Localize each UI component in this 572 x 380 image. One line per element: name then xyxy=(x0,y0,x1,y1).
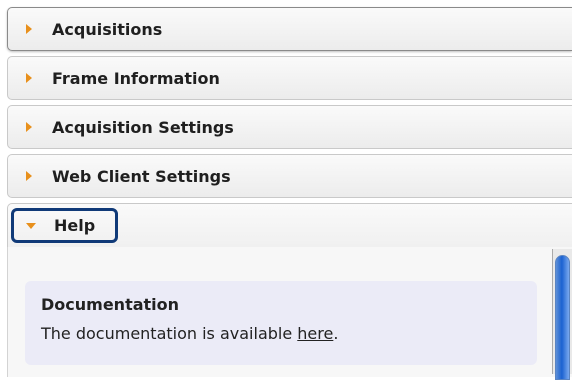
triangle-right-icon xyxy=(26,24,32,34)
help-toggle-button[interactable]: Help xyxy=(11,208,118,243)
documentation-box: Documentation The documentation is avail… xyxy=(25,281,537,365)
scrollbar-thumb[interactable] xyxy=(555,255,570,380)
triangle-right-icon xyxy=(26,171,32,181)
accordion-panel: Acquisitions Frame Information Acquisiti… xyxy=(7,7,572,377)
documentation-text-prefix: The documentation is available xyxy=(41,324,298,343)
triangle-down-icon xyxy=(26,222,36,229)
section-web-client-settings-header[interactable]: Web Client Settings xyxy=(7,154,572,198)
section-label: Web Client Settings xyxy=(52,166,231,186)
section-acquisitions-header[interactable]: Acquisitions xyxy=(7,7,572,51)
section-label: Acquisitions xyxy=(52,19,163,39)
triangle-right-icon xyxy=(26,73,32,83)
documentation-text: The documentation is available here. xyxy=(41,324,521,344)
section-frame-information-header[interactable]: Frame Information xyxy=(7,56,572,100)
section-label: Acquisition Settings xyxy=(52,117,234,137)
section-label: Frame Information xyxy=(52,68,220,88)
vertical-scrollbar[interactable] xyxy=(552,249,572,380)
section-help-header: Help xyxy=(7,203,572,247)
section-label: Help xyxy=(54,216,96,235)
help-content-panel: Documentation The documentation is avail… xyxy=(7,247,572,377)
documentation-title: Documentation xyxy=(41,295,180,314)
documentation-link[interactable]: here xyxy=(297,324,333,343)
triangle-right-icon xyxy=(26,122,32,132)
section-acquisition-settings-header[interactable]: Acquisition Settings xyxy=(7,105,572,149)
documentation-text-suffix: . xyxy=(333,324,339,343)
